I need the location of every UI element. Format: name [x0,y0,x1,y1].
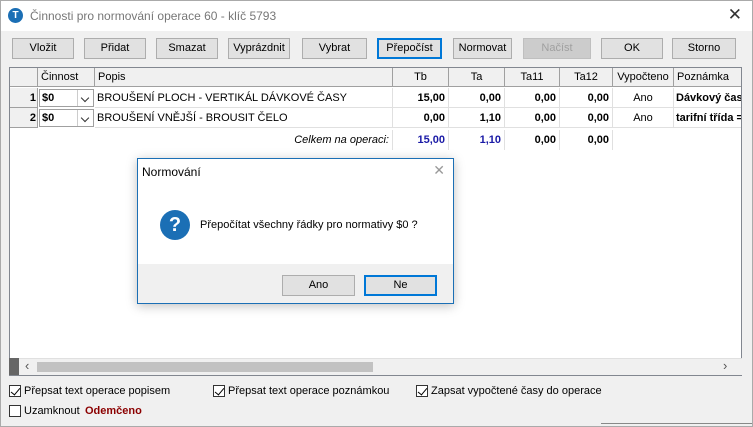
ok-button[interactable]: OK [601,38,663,59]
dialog-close-icon[interactable]: ✕ [433,162,445,179]
yes-button[interactable]: Ano [282,275,355,296]
lock-status: Odemčeno [85,405,142,417]
uzamknout-checkbox[interactable] [9,405,21,417]
ta12-cell[interactable]: 0,00 [560,108,613,128]
ta-cell[interactable]: 1,10 [449,108,505,128]
ta11-cell[interactable]: 0,00 [505,88,560,108]
prepsat-popisem-checkbox[interactable] [9,385,21,397]
col-header-ta12[interactable]: Ta12 [560,68,613,87]
prepocist-button[interactable]: Přepočíst [377,38,442,59]
col-header-tb[interactable]: Tb [393,68,449,87]
vyprazdnit-button[interactable]: Vyprázdnit [228,38,290,59]
vypocteno-cell[interactable]: Ano [613,108,674,128]
ta-cell[interactable]: 0,00 [449,88,505,108]
window-title: Činnosti pro normování operace 60 - klíč… [30,9,277,23]
total-ta11: 0,00 [505,130,560,150]
total-ta: 1,10 [449,130,505,150]
popis-cell[interactable]: BROUŠENÍ PLOCH - VERTIKÁL DÁVKOVÉ ČASY [95,88,393,108]
smazat-button[interactable]: Smazat [156,38,218,59]
total-tb: 15,00 [393,130,449,150]
scroll-right-icon[interactable]: › [723,359,727,372]
col-header-vypocteno[interactable]: Vypočteno [613,68,674,87]
title-bar: T Činnosti pro normování operace 60 - kl… [1,1,752,31]
cinnost-value: $0 [42,92,55,104]
table-row[interactable]: 1 $0 BROUŠENÍ PLOCH - VERTIKÁL DÁVKOVÉ Č… [10,88,741,108]
cinnost-combo[interactable]: $0 [39,89,94,107]
vypocteno-cell[interactable]: Ano [613,88,674,108]
zapsat-casy-label[interactable]: Zapsat vypočtené časy do operace [431,384,602,398]
total-row: Celkem na operaci: 15,00 1,10 0,00 0,00 [10,130,741,150]
prepsat-popisem-label[interactable]: Přepsat text operace popisem [24,384,170,398]
zapsat-casy-checkbox[interactable] [416,385,428,397]
col-header-popis[interactable]: Popis [95,68,393,87]
vybrat-button[interactable]: Vybrat [302,38,367,59]
cinnost-combo[interactable]: $0 [39,109,94,127]
pridat-button[interactable]: Přidat [84,38,146,59]
scroll-thumb[interactable] [37,362,373,372]
close-icon[interactable]: ✕ [728,6,742,24]
cinnost-value: $0 [42,112,55,124]
poznamka-cell[interactable]: tarifní třída = [674,108,741,128]
ta11-cell[interactable]: 0,00 [505,108,560,128]
dialog-title: Normování [142,165,201,179]
popis-cell[interactable]: BROUŠENÍ VNĚJŠÍ - BROUSIT ČELO [95,108,393,128]
dialog-message: Přepočítat všechny řádky pro normativy $… [200,219,418,231]
question-icon: ? [160,210,190,240]
ta12-cell[interactable]: 0,00 [560,88,613,108]
chevron-down-icon[interactable] [77,90,93,106]
total-label: Celkem na operaci: [95,130,393,150]
prepsat-poznamkou-label[interactable]: Přepsat text operace poznámkou [228,384,389,398]
confirm-dialog: Normování ✕ ? Přepočítat všechny řádky p… [137,158,454,304]
vlozit-button[interactable]: Vložit [12,38,74,59]
normovat-button[interactable]: Normovat [453,38,512,59]
poznamka-cell[interactable]: Dávkový čas [674,88,741,108]
tb-cell[interactable]: 15,00 [393,88,449,108]
col-header-ta[interactable]: Ta [449,68,505,87]
storno-button[interactable]: Storno [672,38,736,59]
col-header-poznamka[interactable]: Poznámka [674,68,741,87]
tb-cell[interactable]: 0,00 [393,108,449,128]
row-number[interactable]: 2 [10,108,38,128]
nacist-button[interactable]: Načíst [523,38,591,59]
col-header-ta11[interactable]: Ta11 [505,68,560,87]
app-logo-icon: T [8,8,23,23]
table-row[interactable]: 2 $0 BROUŠENÍ VNĚJŠÍ - BROUSIT ČELO 0,00… [10,108,741,128]
uzamknout-label[interactable]: Uzamknout [24,404,80,418]
status-divider [601,423,752,424]
prepsat-poznamkou-checkbox[interactable] [213,385,225,397]
grid-corner [10,68,38,87]
no-button[interactable]: Ne [364,275,437,296]
row-number[interactable]: 1 [10,88,38,108]
scroll-left-icon[interactable]: ‹ [25,359,29,372]
chevron-down-icon[interactable] [77,110,93,126]
col-header-cinnost[interactable]: Činnost [38,68,95,87]
scroll-corner [9,358,19,375]
total-ta12: 0,00 [560,130,613,150]
